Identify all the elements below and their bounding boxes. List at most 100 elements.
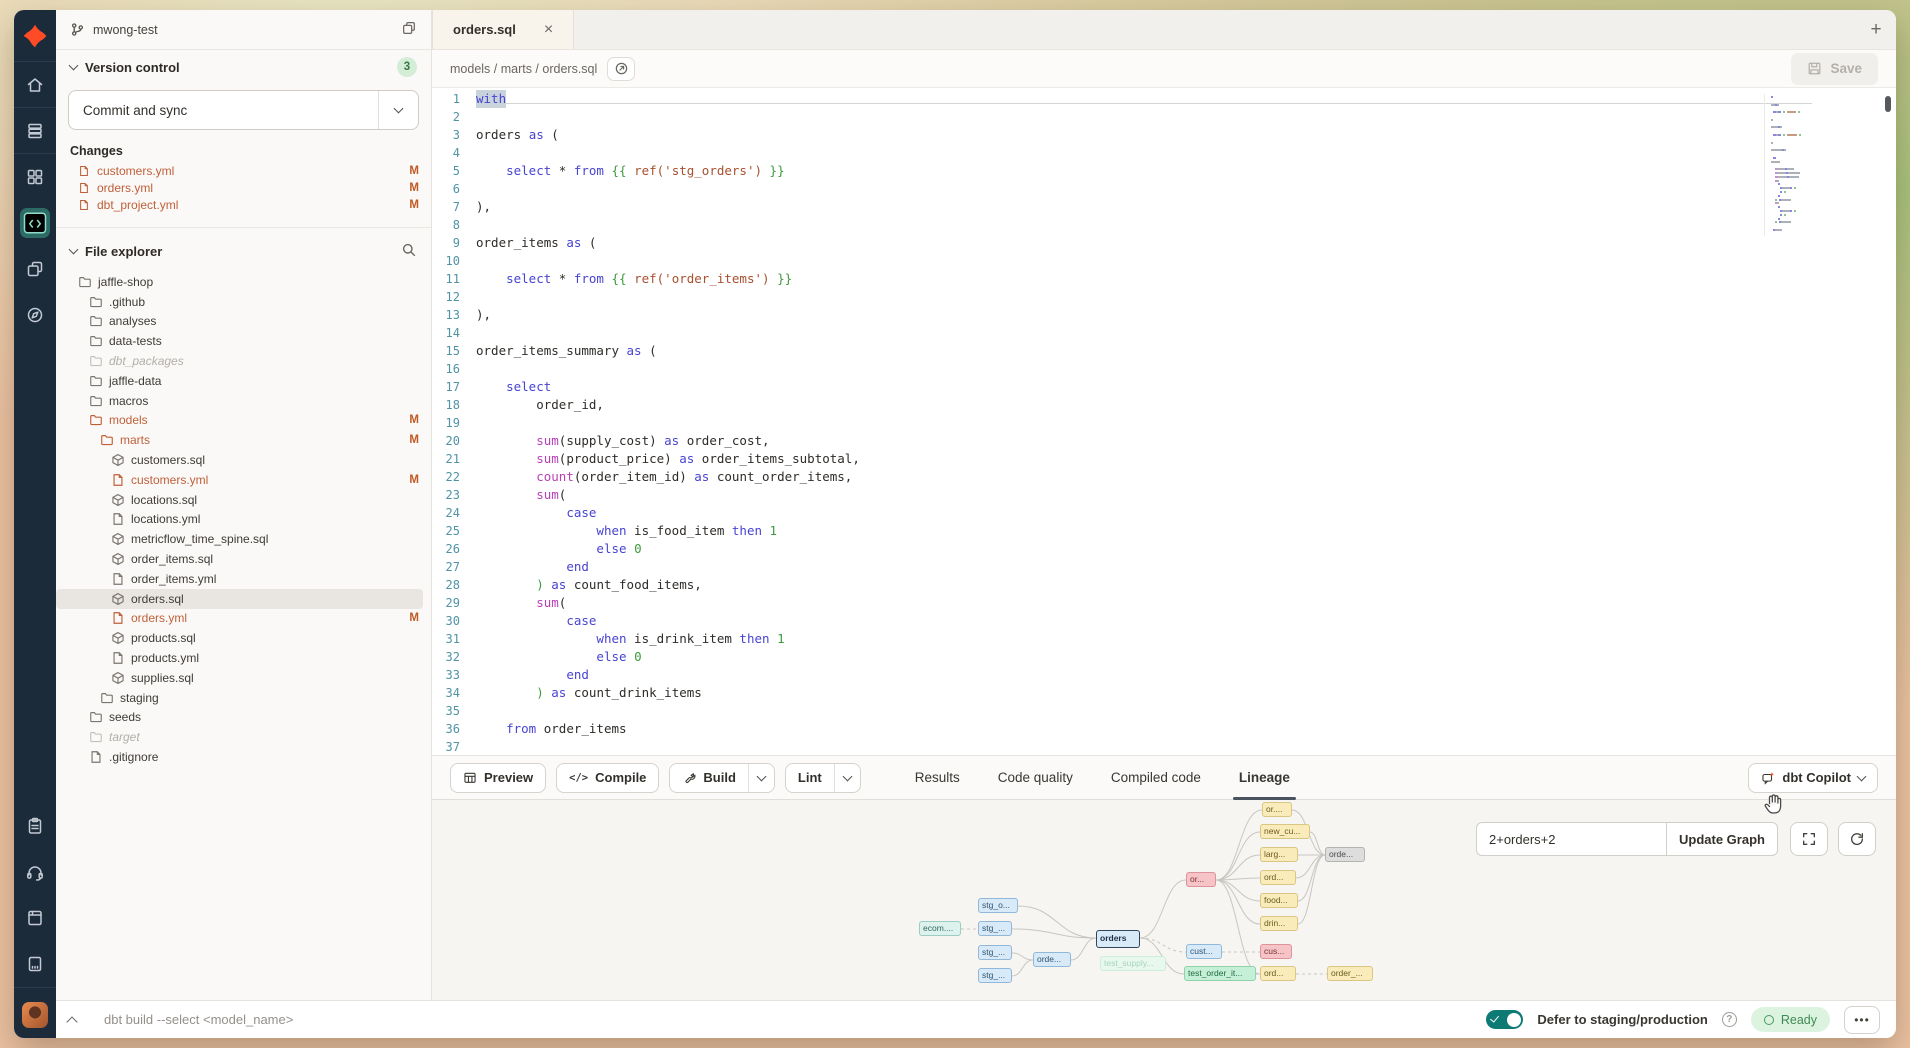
refresh-graph-button[interactable] — [1838, 822, 1876, 856]
code-line[interactable]: 34 ) as count_drink_items — [432, 684, 1822, 702]
compile-button[interactable]: </>Compile — [556, 763, 659, 793]
editor-scrollbar-thumb[interactable] — [1885, 96, 1891, 112]
code-line[interactable]: 25 when is_food_item then 1 — [432, 522, 1822, 540]
tree-item[interactable]: locations.sql — [56, 490, 431, 510]
lineage-node[interactable]: stg_... — [978, 945, 1012, 960]
commit-dropdown-button[interactable] — [378, 91, 418, 129]
code-line[interactable]: 28 ) as count_food_items, — [432, 576, 1822, 594]
tree-item[interactable]: dbt_packages — [56, 351, 431, 371]
code-line[interactable]: 5 select * from {{ ref('stg_orders') }} — [432, 162, 1822, 180]
build-dropdown[interactable] — [748, 764, 774, 792]
code-line[interactable]: 27 end — [432, 558, 1822, 576]
nav-environments[interactable] — [14, 108, 56, 154]
lineage-node[interactable]: ord... — [1260, 966, 1296, 981]
lineage-node[interactable]: or.... — [1262, 802, 1292, 817]
code-line[interactable]: 6 — [432, 180, 1822, 198]
tree-item[interactable]: orders.yml M — [56, 609, 431, 629]
lineage-node[interactable]: or... — [1186, 872, 1216, 887]
code-line[interactable]: 19 — [432, 414, 1822, 432]
code-line[interactable]: 10 — [432, 252, 1822, 270]
tree-item[interactable]: jaffle-data — [56, 371, 431, 391]
tree-item[interactable]: orders.sql — [56, 589, 423, 609]
tree-item[interactable]: .gitignore — [56, 747, 431, 767]
tree-item[interactable]: models M — [56, 411, 431, 431]
code-editor[interactable]: 1with23orders as (45 select * from {{ re… — [432, 88, 1896, 755]
tab-compiled-code[interactable]: Compiled code — [1111, 756, 1201, 799]
tree-item[interactable]: staging — [56, 688, 431, 708]
tree-item[interactable]: marts M — [56, 430, 431, 450]
lineage-selector-input[interactable] — [1476, 822, 1666, 856]
tab-code-quality[interactable]: Code quality — [998, 756, 1073, 799]
code-line[interactable]: 1with — [432, 90, 1822, 108]
new-tab-button[interactable]: + — [1856, 10, 1896, 49]
tab-lineage[interactable]: Lineage — [1239, 756, 1290, 799]
lineage-node[interactable]: test_order_it... — [1184, 966, 1256, 981]
commit-and-sync-button[interactable]: Commit and sync — [68, 90, 419, 130]
code-line[interactable]: 12 — [432, 288, 1822, 306]
build-button[interactable]: Build — [669, 763, 775, 793]
user-avatar[interactable] — [22, 1002, 48, 1028]
code-line[interactable]: 22 count(order_item_id) as count_order_i… — [432, 468, 1822, 486]
view-lineage-button[interactable] — [607, 57, 635, 81]
tree-item[interactable]: metricflow_time_spine.sql — [56, 529, 431, 549]
nav-terminal[interactable] — [14, 941, 56, 987]
nav-support[interactable] — [14, 849, 56, 895]
lineage-node[interactable]: orde... — [1033, 952, 1071, 967]
code-line[interactable]: 9order_items as ( — [432, 234, 1822, 252]
nav-explore[interactable] — [14, 292, 56, 338]
code-line[interactable]: 23 sum( — [432, 486, 1822, 504]
tree-item[interactable]: customers.sql — [56, 450, 431, 470]
save-button[interactable]: Save — [1791, 53, 1878, 85]
lineage-node[interactable]: ecom.... — [919, 921, 961, 936]
preview-button[interactable]: Preview — [450, 763, 546, 793]
lineage-node[interactable]: cus... — [1260, 944, 1292, 959]
tab-results[interactable]: Results — [915, 756, 960, 799]
tree-item[interactable]: order_items.yml — [56, 569, 431, 589]
code-line[interactable]: 16 — [432, 360, 1822, 378]
changed-file-row[interactable]: customers.yml M — [56, 162, 431, 179]
tree-item[interactable]: target — [56, 727, 431, 747]
lint-button[interactable]: Lint — [785, 763, 861, 793]
branch-name[interactable]: mwong-test — [93, 23, 393, 37]
changed-file-row[interactable]: orders.yml M — [56, 179, 431, 196]
more-options-button[interactable]: ••• — [1844, 1006, 1880, 1034]
tree-item[interactable]: jaffle-shop — [56, 272, 431, 292]
breadcrumb[interactable]: models / marts / orders.sql — [450, 62, 597, 76]
lineage-node[interactable]: orders — [1096, 930, 1140, 948]
lineage-node[interactable]: stg_... — [978, 968, 1012, 983]
tree-item[interactable]: products.sql — [56, 628, 431, 648]
lineage-node[interactable]: food... — [1260, 893, 1298, 908]
code-line[interactable]: 32 else 0 — [432, 648, 1822, 666]
close-tab-icon[interactable]: × — [544, 22, 553, 38]
tree-item[interactable]: seeds — [56, 708, 431, 728]
nav-dashboard[interactable] — [14, 154, 56, 200]
code-line[interactable]: 13), — [432, 306, 1822, 324]
help-icon[interactable]: ? — [1722, 1012, 1737, 1027]
code-line[interactable]: 14 — [432, 324, 1822, 342]
dbt-command-input[interactable] — [104, 1012, 1472, 1027]
tree-item[interactable]: customers.yml M — [56, 470, 431, 490]
fullscreen-button[interactable] — [1790, 822, 1828, 856]
lineage-panel[interactable]: ecom....stg_o...stg_...stg_...stg_...ord… — [432, 800, 1896, 1000]
code-line[interactable]: 15order_items_summary as ( — [432, 342, 1822, 360]
lineage-node[interactable]: cust... — [1186, 944, 1222, 959]
lineage-node[interactable]: orde... — [1325, 847, 1365, 862]
nav-projects[interactable] — [14, 246, 56, 292]
code-line[interactable]: 30 case — [432, 612, 1822, 630]
tree-item[interactable]: order_items.sql — [56, 549, 431, 569]
code-line[interactable]: 36 from order_items — [432, 720, 1822, 738]
code-line[interactable]: 35 — [432, 702, 1822, 720]
code-line[interactable]: 21 sum(product_price) as order_items_sub… — [432, 450, 1822, 468]
code-line[interactable]: 3orders as ( — [432, 126, 1822, 144]
nav-tasks[interactable] — [14, 803, 56, 849]
tree-item[interactable]: locations.yml — [56, 510, 431, 530]
changed-file-row[interactable]: dbt_project.yml M — [56, 196, 431, 213]
dbt-logo[interactable] — [14, 10, 56, 62]
commit-and-sync-label[interactable]: Commit and sync — [69, 91, 378, 129]
lineage-node[interactable]: drin... — [1260, 916, 1298, 931]
code-line[interactable]: 7), — [432, 198, 1822, 216]
lineage-node[interactable]: ord... — [1260, 870, 1296, 885]
minimap[interactable] — [1764, 94, 1826, 236]
code-line[interactable]: 8 — [432, 216, 1822, 234]
update-graph-button[interactable]: Update Graph — [1666, 822, 1778, 856]
